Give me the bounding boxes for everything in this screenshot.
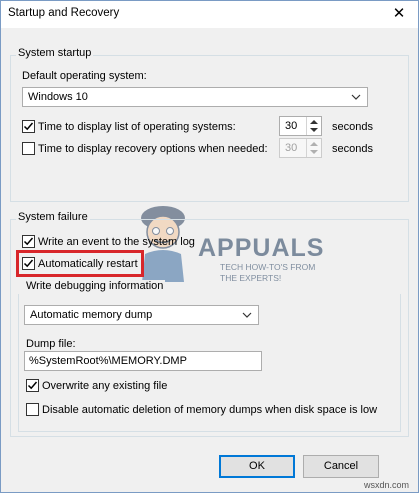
overwrite-checkbox[interactable] <box>26 379 39 392</box>
write-event-checkbox[interactable] <box>22 235 35 248</box>
checkmark-icon <box>23 122 34 131</box>
time-list-unit: seconds <box>332 121 373 133</box>
chevron-down-icon <box>242 312 252 318</box>
overwrite-label: Overwrite any existing file <box>42 380 168 392</box>
system-startup-legend: System startup <box>16 47 94 59</box>
spin-down-icon[interactable] <box>310 150 318 154</box>
time-list-spinner[interactable]: 30 <box>279 116 322 136</box>
close-icon: ✕ <box>392 5 406 22</box>
disable-auto-delete-checkbox[interactable] <box>26 403 39 416</box>
time-recovery-value: 30 <box>285 142 298 154</box>
auto-restart-label: Automatically restart <box>38 258 138 270</box>
chevron-down-icon <box>351 94 361 100</box>
dump-file-value: %SystemRoot%\MEMORY.DMP <box>29 355 187 367</box>
checkmark-icon <box>23 237 34 246</box>
time-recovery-label: Time to display recovery options when ne… <box>38 143 268 155</box>
time-recovery-checkbox[interactable] <box>22 142 35 155</box>
close-button[interactable]: ✕ <box>384 2 414 26</box>
default-os-value: Windows 10 <box>28 91 88 103</box>
debug-type-select[interactable]: Automatic memory dump <box>24 305 259 325</box>
default-os-label: Default operating system: <box>22 70 147 82</box>
corner-watermark: wsxdn.com <box>364 480 410 490</box>
time-list-label: Time to display list of operating system… <box>38 121 236 133</box>
dump-file-label: Dump file: <box>26 338 76 350</box>
spin-up-icon[interactable] <box>310 120 318 124</box>
time-recovery-unit: seconds <box>332 143 373 155</box>
dump-file-input[interactable]: %SystemRoot%\MEMORY.DMP <box>24 351 262 371</box>
spin-down-icon[interactable] <box>310 128 318 132</box>
time-list-value: 30 <box>285 120 298 132</box>
spinner-arrows[interactable] <box>306 139 321 157</box>
ok-button[interactable]: OK <box>219 455 295 478</box>
disable-auto-delete-label: Disable automatic deletion of memory dum… <box>42 404 378 416</box>
dialog-title: Startup and Recovery <box>8 7 120 19</box>
write-event-label: Write an event to the system log <box>38 236 195 248</box>
auto-restart-checkbox[interactable] <box>22 257 35 270</box>
cancel-button[interactable]: Cancel <box>303 455 379 478</box>
default-os-select[interactable]: Windows 10 <box>22 87 368 107</box>
checkmark-icon <box>27 381 38 390</box>
debug-type-value: Automatic memory dump <box>30 309 153 321</box>
time-recovery-spinner[interactable]: 30 <box>279 138 322 158</box>
spin-up-icon[interactable] <box>310 142 318 146</box>
system-failure-legend: System failure <box>16 211 90 223</box>
checkmark-icon <box>23 259 34 268</box>
debug-info-legend: Write debugging information <box>24 280 166 292</box>
time-list-checkbox[interactable] <box>22 120 35 133</box>
spinner-arrows[interactable] <box>306 117 321 135</box>
